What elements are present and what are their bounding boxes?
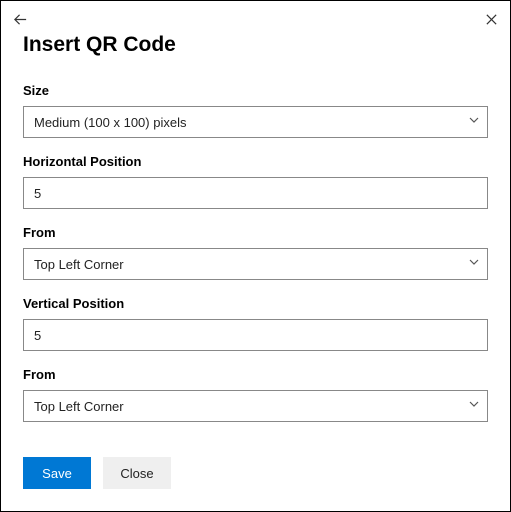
vertical-position-input[interactable] — [23, 319, 488, 351]
back-icon[interactable] — [11, 10, 29, 28]
horizontal-position-label: Horizontal Position — [23, 154, 488, 169]
horizontal-from-select[interactable] — [23, 248, 488, 280]
horizontal-position-input[interactable] — [23, 177, 488, 209]
dialog-title: Insert QR Code — [23, 33, 488, 57]
vertical-from-label: From — [23, 367, 488, 382]
size-label: Size — [23, 83, 488, 98]
horizontal-from-label: From — [23, 225, 488, 240]
vertical-from-select[interactable] — [23, 390, 488, 422]
vertical-position-label: Vertical Position — [23, 296, 488, 311]
close-button[interactable]: Close — [103, 457, 171, 489]
save-button[interactable]: Save — [23, 457, 91, 489]
close-icon[interactable] — [482, 10, 500, 28]
size-select[interactable] — [23, 106, 488, 138]
